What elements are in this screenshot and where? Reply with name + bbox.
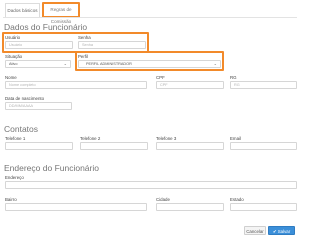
tab-underline (3, 17, 297, 18)
chevron-down-icon: ⌄ (213, 61, 217, 66)
tab-dados-basicos[interactable]: Dados básicos (5, 3, 40, 17)
nome-label: Nome (5, 75, 17, 80)
usuario-input[interactable]: Usuário (5, 41, 73, 49)
bairro-label: Bairro (5, 197, 17, 202)
cidade-label: Cidade (156, 197, 170, 202)
endereco-input[interactable] (5, 181, 297, 189)
section-title-endereco: Endereço do Funcionário (4, 163, 99, 173)
usuario-placeholder: Usuário (9, 43, 23, 47)
save-button[interactable]: ✔ Salvar (268, 226, 295, 235)
senha-input[interactable]: Senha (78, 41, 146, 49)
nascimento-label: Data de nascimento (5, 96, 45, 101)
usuario-label: Usuário (5, 35, 21, 40)
rg-label: RG (230, 75, 237, 80)
perfil-label: Perfil (78, 54, 89, 59)
cancel-button-label: Cancelar (246, 229, 264, 234)
tab-dados-basicos-label: Dados básicos (7, 8, 38, 13)
situacao-value: Ativo (9, 62, 18, 66)
email-label: Email (230, 136, 241, 141)
perfil-select[interactable]: PERFIL ADMINISTRADOR ⌄ (78, 60, 221, 68)
estado-input[interactable] (230, 203, 297, 211)
nome-input[interactable]: Nome completo (5, 81, 147, 89)
section-title-contatos: Contatos (4, 124, 39, 134)
cpf-placeholder: CPF (160, 83, 168, 87)
nascimento-input[interactable]: DD/MM/AAAA (5, 102, 72, 110)
save-button-label: Salvar (277, 229, 291, 234)
email-input[interactable] (230, 142, 297, 150)
tab-regras-comissao[interactable]: Regras de Comissão (42, 2, 80, 24)
telefone1-label: Telefone 1 (5, 136, 26, 141)
senha-placeholder: Senha (82, 43, 93, 47)
cancel-button[interactable]: Cancelar (244, 226, 266, 235)
endereco-label: Endereço (5, 175, 24, 180)
cidade-input[interactable] (156, 203, 224, 211)
situacao-label: Situação (5, 54, 23, 59)
telefone3-label: Telefone 3 (156, 136, 177, 141)
telefone2-input[interactable] (80, 142, 148, 150)
section-title-funcionario: Dados do Funcionário (4, 22, 88, 32)
cpf-label: CPF (156, 75, 165, 80)
rg-input[interactable]: RG (230, 81, 297, 89)
cpf-input[interactable]: CPF (156, 81, 224, 89)
telefone2-label: Telefone 2 (80, 136, 101, 141)
nascimento-placeholder: DD/MM/AAAA (9, 104, 34, 108)
senha-label: Senha (78, 35, 91, 40)
nome-placeholder: Nome completo (9, 83, 36, 87)
telefone3-input[interactable] (156, 142, 224, 150)
situacao-select[interactable]: Ativo ⌄ (5, 60, 71, 68)
estado-label: Estado (230, 197, 244, 202)
bairro-input[interactable] (5, 203, 147, 211)
perfil-value: PERFIL ADMINISTRADOR (86, 62, 132, 66)
check-icon: ✔ (272, 229, 277, 234)
telefone1-input[interactable] (5, 142, 73, 150)
chevron-down-icon: ⌄ (63, 61, 67, 66)
rg-placeholder: RG (234, 83, 240, 87)
